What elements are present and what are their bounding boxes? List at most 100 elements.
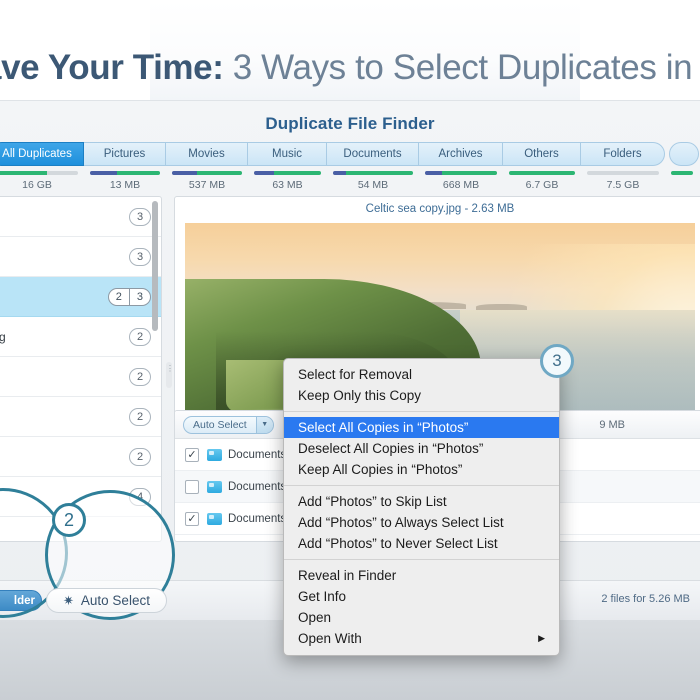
promo-headline-light: 3 Ways to Select Duplicates in Bu <box>232 48 700 87</box>
duplicates-scrollbar[interactable] <box>152 201 158 331</box>
row-checkbox[interactable] <box>185 479 199 494</box>
row-checkbox[interactable]: ✓ <box>185 511 199 526</box>
menu-item-reveal-in-finder[interactable]: Reveal in Finder <box>284 565 559 586</box>
duplicate-count-badge: 3 <box>129 207 151 226</box>
meter-size-label: 13 MB <box>109 179 141 191</box>
meter-overflow <box>665 171 699 191</box>
menu-item-keep-only-this-copy[interactable]: Keep Only this Copy <box>284 385 559 406</box>
meter-size-label: 668 MB <box>442 179 480 191</box>
meter-segment-green <box>509 171 575 175</box>
duplicate-group-row[interactable]: 2 <box>0 397 161 437</box>
row-folder-label: Documents <box>228 480 287 493</box>
auto-select-button-label: Auto Select <box>80 593 150 608</box>
status-summary: 2 files for 5.26 MB <box>601 593 690 605</box>
duplicate-count-badge: 2 <box>129 327 151 346</box>
submenu-arrow-icon: ▶ <box>538 633 545 643</box>
meter-segment-blue <box>425 171 443 175</box>
folder-icon <box>207 512 222 525</box>
menu-item-select-for-removal[interactable]: Select for Removal <box>284 364 559 385</box>
usage-meter <box>254 171 321 175</box>
usage-meter <box>671 171 693 175</box>
duplicate-group-row[interactable]: 2 <box>0 437 161 477</box>
tab-overflow[interactable] <box>669 142 699 166</box>
menu-item-get-info[interactable]: Get Info <box>284 586 559 607</box>
folder-icon <box>207 480 222 493</box>
usage-meter <box>425 171 497 175</box>
menu-item-label: Deselect All Copies in “Photos” <box>298 441 484 456</box>
tab-archives[interactable]: Archives <box>419 142 503 166</box>
menu-item-add-photos-to-never-select-list[interactable]: Add “Photos” to Never Select List <box>284 533 559 554</box>
tab-documents[interactable]: Documents <box>327 142 419 166</box>
meter-segment-green <box>671 171 693 175</box>
menu-item-keep-all-copies-in-photos[interactable]: Keep All Copies in “Photos” <box>284 459 559 480</box>
meter-folders: 7.5 GB <box>581 171 665 191</box>
duplicate-group-row[interactable]: 23 <box>0 277 161 317</box>
tab-folders[interactable]: Folders <box>581 142 665 166</box>
meter-segment-blue <box>254 171 275 175</box>
row-folder-label: Documents <box>228 448 287 461</box>
meter-segment-blue <box>333 171 346 175</box>
meter-archives: 668 MB <box>419 171 503 191</box>
menu-item-label: Get Info <box>298 589 347 604</box>
meter-documents: 54 MB <box>327 171 419 191</box>
meter-segment-blue <box>172 171 198 175</box>
pane-splitter[interactable] <box>165 196 173 542</box>
duplicate-group-row[interactable]: 2 <box>0 357 161 397</box>
menu-item-open-with[interactable]: Open With ▶ <box>284 628 559 649</box>
usage-meter <box>333 171 413 175</box>
context-menu[interactable]: Select for Removal Keep Only this Copy Sel… <box>283 358 560 656</box>
meter-pictures: 13 MB <box>84 171 166 191</box>
category-tab-bar[interactable]: All Duplicates Pictures Movies Music Documen… <box>0 142 700 166</box>
menu-item-add-photos-to-skip-list[interactable]: Add “Photos” to Skip List <box>284 491 559 512</box>
magic-wand-icon: ✷ <box>63 592 74 608</box>
menu-item-label: Select for Removal <box>298 367 413 382</box>
callout-badge-2: 2 <box>52 503 86 537</box>
meter-segment-blue <box>90 171 117 175</box>
duplicate-group-name: g <box>0 330 129 344</box>
meter-segment-green <box>442 171 497 175</box>
tab-all-duplicates[interactable]: All Duplicates <box>0 142 84 166</box>
menu-item-add-photos-to-always-select-list[interactable]: Add “Photos” to Always Select List <box>284 512 559 533</box>
splitter-grip[interactable] <box>166 362 172 389</box>
duplicate-group-row[interactable]: 3 <box>0 197 161 237</box>
toolbar-size-label: 9 MB <box>599 418 625 431</box>
auto-select-button[interactable]: ✷ Auto Select <box>46 588 167 613</box>
row-checkbox[interactable]: ✓ <box>185 447 199 462</box>
usage-meter <box>0 171 78 175</box>
meter-all-duplicates: 16 GB <box>0 171 84 191</box>
badge-value: 2 <box>115 290 122 303</box>
meter-size-label: 54 MB <box>357 179 389 191</box>
tab-music[interactable]: Music <box>248 142 327 166</box>
menu-item-deselect-all-copies-in-photos[interactable]: Deselect All Copies in “Photos” <box>284 438 559 459</box>
duplicate-count-badge-pair: 23 <box>107 287 151 306</box>
preview-file-title: Celtic sea copy.jpg - 2.63 MB <box>365 203 515 215</box>
usage-meter <box>509 171 575 175</box>
duplicate-count-badge: 2 <box>129 447 151 466</box>
promo-banner: ave Your Time: 3 Ways to Select Duplicat… <box>0 0 700 100</box>
menu-separator <box>284 485 559 486</box>
meter-movies: 537 MB <box>166 171 248 191</box>
menu-item-select-all-copies-in-photos[interactable]: Select All Copies in “Photos” <box>284 417 559 438</box>
auto-select-dropdown-label: Auto Select <box>193 418 247 431</box>
select-folder-button[interactable]: lder <box>0 590 42 611</box>
duplicate-group-row[interactable]: g2 <box>0 317 161 357</box>
promo-headline: ave Your Time: 3 Ways to Select Duplicat… <box>0 48 700 88</box>
meter-segment-green <box>197 171 242 175</box>
auto-select-dropdown[interactable]: Auto Select ▼ <box>183 415 274 434</box>
tab-pictures[interactable]: Pictures <box>84 142 166 166</box>
meter-size-label: 63 MB <box>272 179 303 191</box>
tab-others[interactable]: Others <box>503 142 581 166</box>
usage-meter <box>90 171 160 175</box>
menu-separator <box>284 559 559 560</box>
chevron-down-icon[interactable]: ▼ <box>255 416 273 433</box>
menu-item-label: Add “Photos” to Always Select List <box>298 515 504 530</box>
tab-movies[interactable]: Movies <box>166 142 248 166</box>
meter-segment-green <box>345 171 413 175</box>
duplicates-list-pane[interactable]: 3323g22224 <box>0 196 162 542</box>
meter-segment-green <box>274 171 321 175</box>
duplicate-count-badge: 3 <box>129 247 151 266</box>
duplicate-count-badge: 2 <box>129 367 151 386</box>
menu-item-open[interactable]: Open <box>284 607 559 628</box>
duplicate-group-row[interactable]: 3 <box>0 237 161 277</box>
duplicate-count-badge: 4 <box>129 487 151 506</box>
